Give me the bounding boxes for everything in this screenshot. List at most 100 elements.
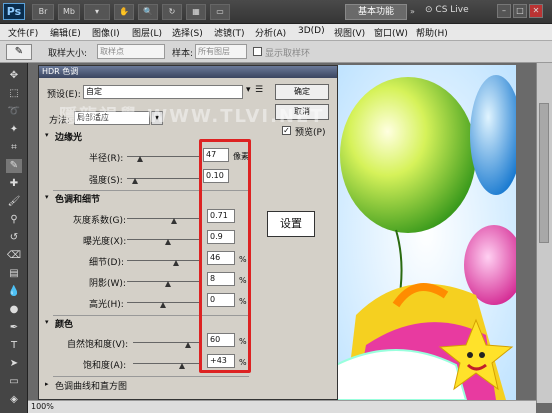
clone-stamp-tool-icon[interactable]: ⚲ xyxy=(6,213,22,227)
marquee-tool-icon[interactable]: ⬚ xyxy=(6,87,22,101)
tone-detail-section-title: 色调和细节 xyxy=(55,195,101,205)
sample-size-label: 取样大小: xyxy=(48,49,88,59)
hand-tool-icon[interactable]: ✋ xyxy=(114,4,134,20)
workspace-switcher[interactable]: 基本功能 xyxy=(345,4,407,20)
menu-filter[interactable]: 滤镜(T) xyxy=(214,26,245,39)
show-ring-label: 显示取样环 xyxy=(265,49,311,59)
settings-note: 设置 xyxy=(267,211,315,237)
status-bar: 100% xyxy=(28,400,536,413)
healing-brush-tool-icon[interactable]: ✚ xyxy=(6,177,22,191)
shadow-slider-thumb[interactable] xyxy=(165,281,171,287)
menu-3d[interactable]: 3D(D) xyxy=(298,26,325,36)
close-icon[interactable]: ✕ xyxy=(529,4,543,18)
menu-image[interactable]: 图像(I) xyxy=(92,26,120,39)
saturation-label: 饱和度(A): xyxy=(83,361,127,371)
pen-tool-icon[interactable]: ✒ xyxy=(6,321,22,335)
vertical-scrollbar[interactable] xyxy=(536,63,552,403)
strength-slider-thumb[interactable] xyxy=(132,178,138,184)
path-select-tool-icon[interactable]: ➤ xyxy=(6,357,22,371)
menu-view[interactable]: 视图(V) xyxy=(334,26,365,39)
menu-file[interactable]: 文件(F) xyxy=(8,26,38,39)
preset-select[interactable]: 自定 xyxy=(83,85,243,99)
edge-glow-section-title: 边缘光 xyxy=(55,133,83,143)
saturation-slider-thumb[interactable] xyxy=(179,363,185,369)
strength-label: 强度(S): xyxy=(89,176,123,186)
zoom-level[interactable]: 100% xyxy=(31,402,54,411)
menu-window[interactable]: 窗口(W) xyxy=(374,26,408,39)
preset-label: 预设(E): xyxy=(47,90,81,100)
color-collapse-icon[interactable]: ▾ xyxy=(45,318,49,326)
tone-detail-collapse-icon[interactable]: ▾ xyxy=(45,193,49,201)
show-ring-checkbox[interactable] xyxy=(253,47,262,56)
cs-live-button[interactable]: ⊙ CS Live xyxy=(425,5,469,15)
sample-size-select[interactable]: 取样点 xyxy=(97,44,165,59)
screen-mode-icon[interactable]: ▭ xyxy=(210,4,230,20)
lasso-tool-icon[interactable]: ➰ xyxy=(6,105,22,119)
eraser-tool-icon[interactable]: ⌫ xyxy=(6,249,22,263)
menu-analysis[interactable]: 分析(A) xyxy=(255,26,286,39)
minimize-icon[interactable]: – xyxy=(497,4,511,18)
tools-panel: ✥ ⬚ ➰ ✦ ⌗ ✎ ✚ 🖌 ⚲ ↺ ⌫ ▤ 💧 ● ✒ T ➤ ▭ ◈ xyxy=(0,63,28,413)
eyedropper-tool-icon[interactable]: ✎ xyxy=(6,159,22,173)
balloon-illustration xyxy=(336,65,516,400)
brush-tool-icon[interactable]: 🖌 xyxy=(6,195,22,209)
zoom-tool-icon[interactable]: 🔍 xyxy=(138,4,158,20)
arrange-documents-icon[interactable]: ▦ xyxy=(186,4,206,20)
menu-layer[interactable]: 图层(L) xyxy=(132,26,162,39)
exposure-slider-track[interactable] xyxy=(127,239,199,240)
gamma-slider-thumb[interactable] xyxy=(171,218,177,224)
exposure-slider-thumb[interactable] xyxy=(165,239,171,245)
minibridge-button[interactable]: Mb xyxy=(58,4,80,20)
gamma-label: 灰度系数(G): xyxy=(73,216,127,226)
move-tool-icon[interactable]: ✥ xyxy=(6,69,22,83)
preset-chevron-icon[interactable]: ▾ xyxy=(246,85,251,95)
vibrance-label: 自然饱和度(V): xyxy=(67,340,129,350)
title-bar: Ps Br Mb ▾ ✋ 🔍 ↻ ▦ ▭ 基本功能 » ⊙ CS Live – … xyxy=(0,0,552,24)
curve-expand-icon[interactable]: ▸ xyxy=(45,380,49,388)
shadow-slider-track[interactable] xyxy=(127,281,199,282)
menu-bar: 文件(F) 编辑(E) 图像(I) 图层(L) 选择(S) 滤镜(T) 分析(A… xyxy=(0,24,552,41)
hdr-toning-dialog: HDR 色调 预设(E): 自定 ▾ ☰ 确定 取消 ✓ 预览(P) 方法: 局… xyxy=(38,65,338,400)
shape-tool-icon[interactable]: ▭ xyxy=(6,375,22,389)
3d-rotate-tool-icon[interactable]: ◈ xyxy=(6,393,22,407)
sample-select[interactable]: 所有图层 xyxy=(195,44,247,59)
blur-tool-icon[interactable]: 💧 xyxy=(6,285,22,299)
highlight-slider-thumb[interactable] xyxy=(160,302,166,308)
menu-edit[interactable]: 编辑(E) xyxy=(50,26,81,39)
detail-slider-thumb[interactable] xyxy=(173,260,179,266)
crop-tool-icon[interactable]: ⌗ xyxy=(6,141,22,155)
cs-live-icon: ⊙ xyxy=(425,5,436,15)
edge-glow-collapse-icon[interactable]: ▾ xyxy=(45,131,49,139)
quick-select-tool-icon[interactable]: ✦ xyxy=(6,123,22,137)
color-section-title: 颜色 xyxy=(55,320,74,330)
vibrance-slider-thumb[interactable] xyxy=(185,342,191,348)
scrollbar-thumb[interactable] xyxy=(539,103,549,243)
zoom-level-button[interactable]: ▾ xyxy=(84,4,110,20)
highlight-annotation-box xyxy=(199,139,251,373)
gamma-slider-track[interactable] xyxy=(127,218,199,219)
saturation-slider-track[interactable] xyxy=(133,363,199,364)
menu-select[interactable]: 选择(S) xyxy=(172,26,203,39)
bridge-button[interactable]: Br xyxy=(32,4,54,20)
workspace-expand-icon[interactable]: » xyxy=(410,7,415,16)
gradient-tool-icon[interactable]: ▤ xyxy=(6,267,22,281)
sample-label: 样本: xyxy=(172,49,194,59)
eyedropper-preset-icon[interactable]: ✎ xyxy=(6,44,32,60)
document-image xyxy=(336,65,516,400)
curve-section-title[interactable]: 色调曲线和直方图 xyxy=(55,379,127,392)
watermark: 隱龍視覺 WWW.TLVI.NET xyxy=(59,106,325,127)
dialog-title: HDR 色调 xyxy=(39,66,337,78)
type-tool-icon[interactable]: T xyxy=(6,339,22,353)
menu-help[interactable]: 帮助(H) xyxy=(416,26,448,39)
exposure-label: 曝光度(X): xyxy=(83,237,127,247)
dodge-tool-icon[interactable]: ● xyxy=(6,303,22,317)
history-brush-tool-icon[interactable]: ↺ xyxy=(6,231,22,245)
ok-button[interactable]: 确定 xyxy=(275,84,329,100)
detail-slider-track[interactable] xyxy=(127,260,199,261)
radius-slider-thumb[interactable] xyxy=(137,156,143,162)
section-divider xyxy=(53,376,249,377)
shadow-label: 阴影(W): xyxy=(89,279,126,289)
maximize-icon[interactable]: □ xyxy=(513,4,527,18)
rotate-view-icon[interactable]: ↻ xyxy=(162,4,182,20)
preset-menu-icon[interactable]: ☰ xyxy=(255,85,263,95)
